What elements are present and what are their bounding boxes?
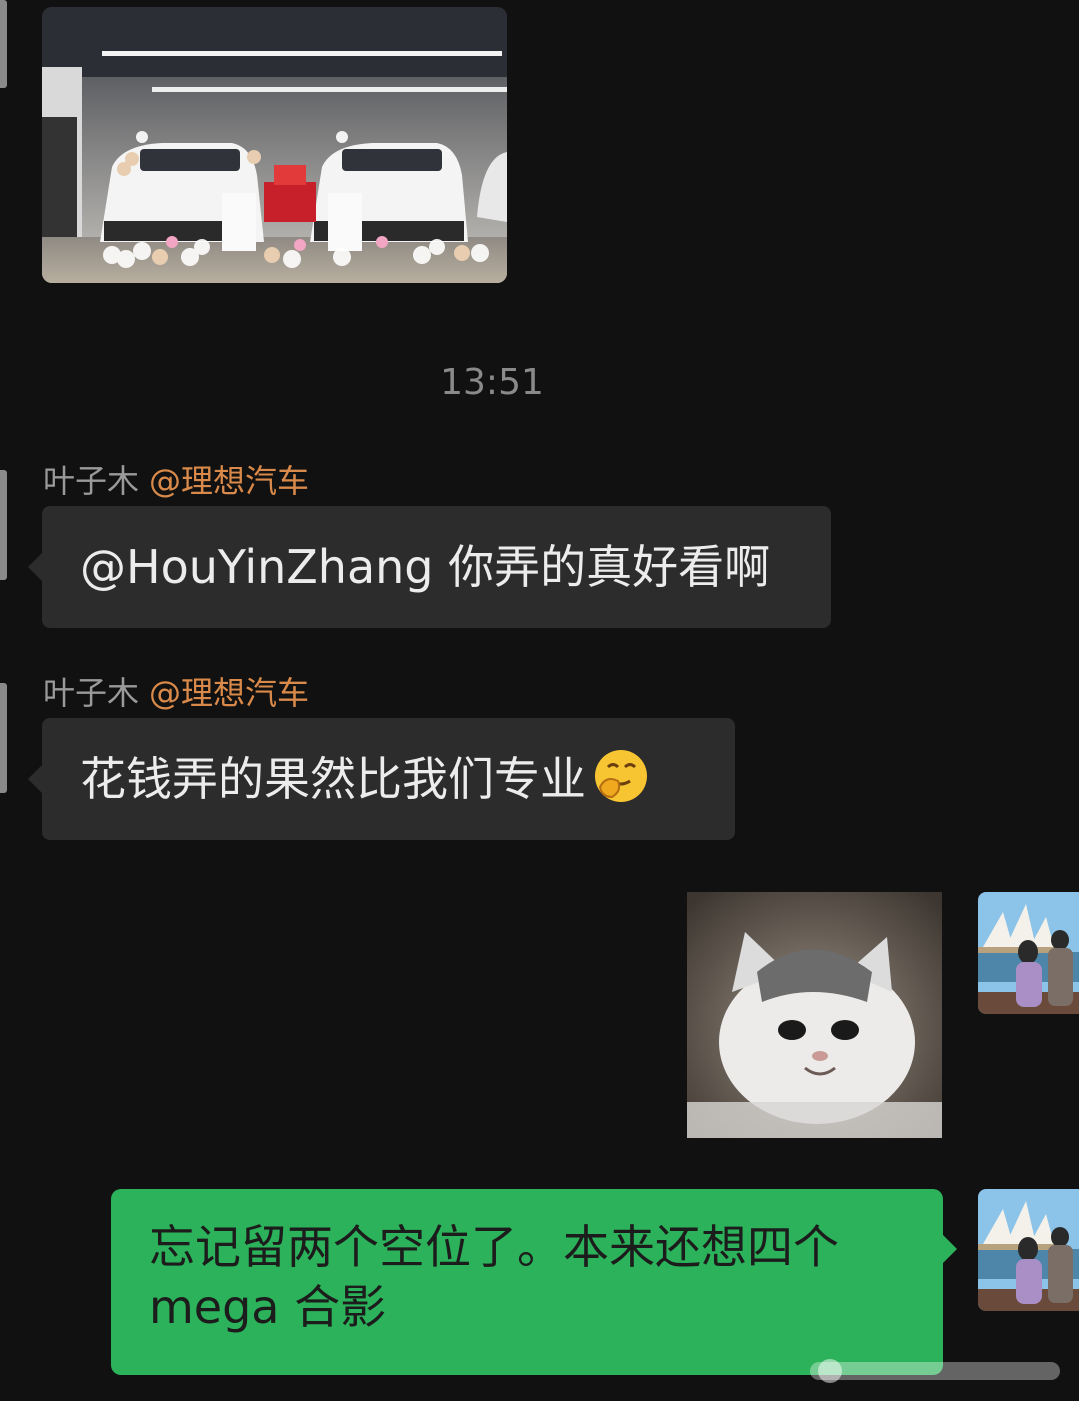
message-text: 花钱弄的果然比我们专业	[80, 752, 586, 806]
sticker-message[interactable]	[687, 892, 942, 1138]
image-message-car-showroom[interactable]	[42, 7, 507, 283]
watermark	[800, 1348, 1070, 1394]
sender-tag: @理想汽车	[149, 674, 310, 712]
car-showroom-photo-icon	[42, 7, 507, 283]
opera-house-avatar-icon	[978, 892, 1079, 1014]
sender-avatar-partial[interactable]	[0, 0, 7, 88]
sender-tag: @理想汽车	[149, 462, 310, 500]
sender-name-row: 叶子木 @理想汽车	[43, 456, 309, 502]
opera-house-avatar-icon	[978, 1189, 1079, 1311]
kitten-sticker-icon	[687, 892, 942, 1138]
message-bubble-incoming[interactable]: 花钱弄的果然比我们专业	[28, 718, 735, 840]
sender-avatar-partial[interactable]	[0, 470, 7, 580]
message-text: @HouYinZhang 你弄的真好看啊	[80, 540, 771, 594]
thinking-smile-emoji-icon	[592, 728, 650, 850]
message-bubble-incoming[interactable]: @HouYinZhang 你弄的真好看啊	[28, 506, 831, 628]
sender-avatar-partial[interactable]	[0, 683, 7, 793]
sender-name-row: 叶子木 @理想汽车	[43, 668, 309, 714]
my-avatar[interactable]	[978, 1189, 1079, 1311]
message-text-line: 忘记留两个空位了。本来还想四个	[149, 1220, 839, 1274]
message-timestamp: 13:51	[440, 362, 544, 403]
sender-name: 叶子木	[43, 674, 140, 712]
sender-name: 叶子木	[43, 462, 140, 500]
message-text-line: mega 合影	[149, 1280, 387, 1334]
my-avatar[interactable]	[978, 892, 1079, 1014]
